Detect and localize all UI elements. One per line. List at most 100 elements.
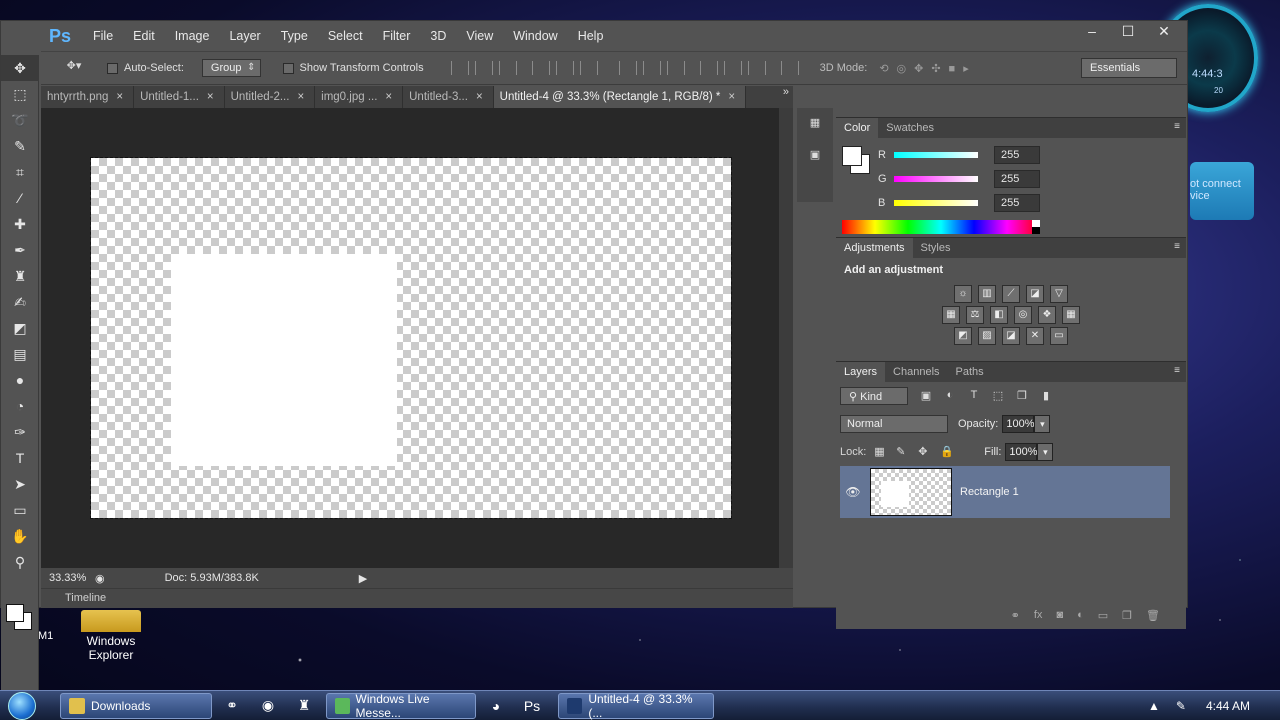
pixel-filter-icon[interactable]: ▣ bbox=[918, 389, 934, 403]
tab-document-4[interactable]: img0.jpg ... × bbox=[315, 86, 404, 108]
visibility-eye-icon[interactable]: 👁 bbox=[840, 485, 866, 499]
delete-layer-icon[interactable]: 🗑 bbox=[1146, 609, 1160, 627]
maximize-button[interactable]: ☐ bbox=[1117, 23, 1139, 41]
photo-filter-icon[interactable]: ◎ bbox=[1014, 306, 1032, 324]
timeline-panel[interactable]: Timeline bbox=[41, 588, 793, 608]
distribute-bottom-icon[interactable] bbox=[666, 61, 685, 75]
foreground-color-swatch[interactable] bbox=[842, 146, 862, 166]
app-pinned-icon[interactable]: ♜ bbox=[288, 693, 320, 719]
auto-select-dropdown[interactable]: Group bbox=[201, 59, 261, 77]
lock-position-icon[interactable]: ✥ bbox=[918, 445, 932, 459]
fx-icon[interactable]: fx bbox=[1034, 609, 1043, 627]
properties-panel-icon[interactable]: ▣ bbox=[802, 148, 828, 172]
taskbar-item-photoshop[interactable]: Untitled-4 @ 33.3% (... bbox=[558, 692, 714, 720]
blue-slider[interactable] bbox=[894, 200, 978, 206]
green-slider[interactable] bbox=[894, 176, 978, 182]
adjustment-filter-icon[interactable]: ◐ bbox=[942, 389, 958, 403]
gradient-map-icon[interactable]: ▭ bbox=[1050, 327, 1068, 345]
tab-styles[interactable]: Styles bbox=[913, 238, 959, 258]
close-button[interactable]: ✕ bbox=[1153, 23, 1175, 41]
fg-bg-color-swatches[interactable] bbox=[4, 604, 34, 632]
close-tab-icon[interactable]: × bbox=[297, 91, 304, 103]
layer-row[interactable]: 👁 Rectangle 1 bbox=[840, 466, 1170, 518]
new-group-icon[interactable]: ▭ bbox=[1098, 609, 1108, 627]
filter-toggle-icon[interactable]: ▮ bbox=[1038, 389, 1054, 403]
invert-icon[interactable]: ◩ bbox=[954, 327, 972, 345]
fill-dropdown-icon[interactable]: ▾ bbox=[1037, 443, 1054, 461]
color-balance-icon[interactable]: ⚖ bbox=[966, 306, 984, 324]
align-vcenter-icon[interactable] bbox=[474, 61, 493, 75]
canvas-workspace[interactable] bbox=[41, 108, 779, 568]
minimize-button[interactable]: – bbox=[1081, 23, 1103, 41]
move-tool-icon[interactable]: ✥ bbox=[1, 55, 39, 81]
menu-filter[interactable]: Filter bbox=[383, 29, 411, 43]
brightness-contrast-icon[interactable]: ☼ bbox=[954, 285, 972, 303]
desktop-icon-windows-explorer[interactable]: Windows Explorer bbox=[78, 610, 144, 662]
system-clock[interactable]: 4:44 AM bbox=[1206, 699, 1250, 713]
tab-swatches[interactable]: Swatches bbox=[878, 118, 942, 138]
history-brush-tool-icon[interactable]: ✍ bbox=[1, 289, 39, 315]
lasso-tool-icon[interactable]: ➰ bbox=[1, 107, 39, 133]
menu-view[interactable]: View bbox=[466, 29, 493, 43]
desktop-icon-m1[interactable]: M1 bbox=[38, 630, 53, 642]
menu-file[interactable]: File bbox=[93, 29, 113, 43]
align-right-icon[interactable] bbox=[579, 61, 598, 75]
selective-color-icon[interactable]: ✕ bbox=[1026, 327, 1044, 345]
firefox-icon[interactable]: ◉ bbox=[252, 693, 284, 719]
type-tool-icon[interactable]: T bbox=[1, 445, 39, 471]
workspace-switcher[interactable]: Essentials bbox=[1081, 58, 1177, 78]
distribute-vcenter-icon[interactable] bbox=[642, 61, 661, 75]
distribute-right-icon[interactable] bbox=[747, 61, 766, 75]
lock-transparency-icon[interactable]: ▦ bbox=[874, 445, 888, 459]
eraser-tool-icon[interactable]: ◩ bbox=[1, 315, 39, 341]
lock-pixels-icon[interactable]: ✎ bbox=[896, 445, 910, 459]
dodge-tool-icon[interactable]: ◔ bbox=[1, 393, 39, 419]
tab-document-2[interactable]: Untitled-1... × bbox=[134, 86, 225, 108]
notification-gadget[interactable]: ot connect vice bbox=[1190, 162, 1254, 220]
brush-tool-icon[interactable]: ✒ bbox=[1, 237, 39, 263]
zoom-level[interactable]: 33.33% bbox=[41, 572, 87, 584]
menu-help[interactable]: Help bbox=[578, 29, 604, 43]
align-left-icon[interactable] bbox=[531, 61, 550, 75]
3d-mode-icons[interactable]: ⟲◎✥✣■▸ bbox=[879, 62, 976, 75]
posterize-icon[interactable]: ▨ bbox=[978, 327, 996, 345]
tab-layers[interactable]: Layers bbox=[836, 362, 886, 382]
panel-menu-icon[interactable]: ≡ bbox=[1174, 241, 1180, 252]
levels-icon[interactable]: ▥ bbox=[978, 285, 996, 303]
close-tab-icon[interactable]: × bbox=[476, 91, 483, 103]
align-hcenter-icon[interactable] bbox=[555, 61, 574, 75]
auto-align-icon[interactable] bbox=[780, 61, 799, 75]
close-tab-icon[interactable]: × bbox=[728, 91, 735, 103]
quick-select-tool-icon[interactable]: ✎ bbox=[1, 133, 39, 159]
menu-edit[interactable]: Edit bbox=[133, 29, 155, 43]
status-menu-arrow-icon[interactable]: ▶ bbox=[359, 572, 367, 585]
tab-color[interactable]: Color bbox=[836, 118, 879, 138]
tab-document-6[interactable]: Untitled-4 @ 33.3% (Rectangle 1, RGB/8) … bbox=[493, 86, 747, 108]
menu-3d[interactable]: 3D bbox=[430, 29, 446, 43]
panel-menu-icon[interactable]: ≡ bbox=[1174, 365, 1180, 376]
healing-brush-tool-icon[interactable]: ✚ bbox=[1, 211, 39, 237]
tab-adjustments[interactable]: Adjustments bbox=[836, 238, 913, 258]
document-canvas[interactable] bbox=[90, 157, 732, 519]
show-transform-check[interactable] bbox=[282, 62, 294, 74]
vibrance-icon[interactable]: ▽ bbox=[1050, 285, 1068, 303]
red-slider[interactable] bbox=[894, 152, 978, 158]
hue-saturation-icon[interactable]: ▦ bbox=[942, 306, 960, 324]
link-layers-icon[interactable]: ⚭ bbox=[1011, 609, 1020, 627]
eyedropper-tool-icon[interactable]: ⁄ bbox=[1, 185, 39, 211]
photoshop-pinned-icon[interactable]: Ps bbox=[516, 693, 548, 719]
more-tabs-icon[interactable]: » bbox=[783, 86, 789, 98]
chrome-icon[interactable]: ◕ bbox=[480, 693, 512, 719]
tab-document-3[interactable]: Untitled-2... × bbox=[225, 86, 316, 108]
taskbar-item-messenger[interactable]: Windows Live Messe... bbox=[326, 692, 476, 720]
black-white-icon[interactable]: ◧ bbox=[990, 306, 1008, 324]
tab-document-5[interactable]: Untitled-3... × bbox=[403, 86, 494, 108]
messenger-pinned-icon[interactable]: ⚭ bbox=[216, 693, 248, 719]
menu-layer[interactable]: Layer bbox=[229, 29, 260, 43]
hand-tool-icon[interactable]: ✋ bbox=[1, 523, 39, 549]
path-select-tool-icon[interactable]: ➤ bbox=[1, 471, 39, 497]
menu-image[interactable]: Image bbox=[175, 29, 210, 43]
color-spectrum[interactable] bbox=[842, 220, 1040, 234]
blend-mode-dropdown[interactable]: Normal bbox=[840, 415, 948, 433]
lock-all-icon[interactable]: 🔒 bbox=[940, 445, 954, 459]
